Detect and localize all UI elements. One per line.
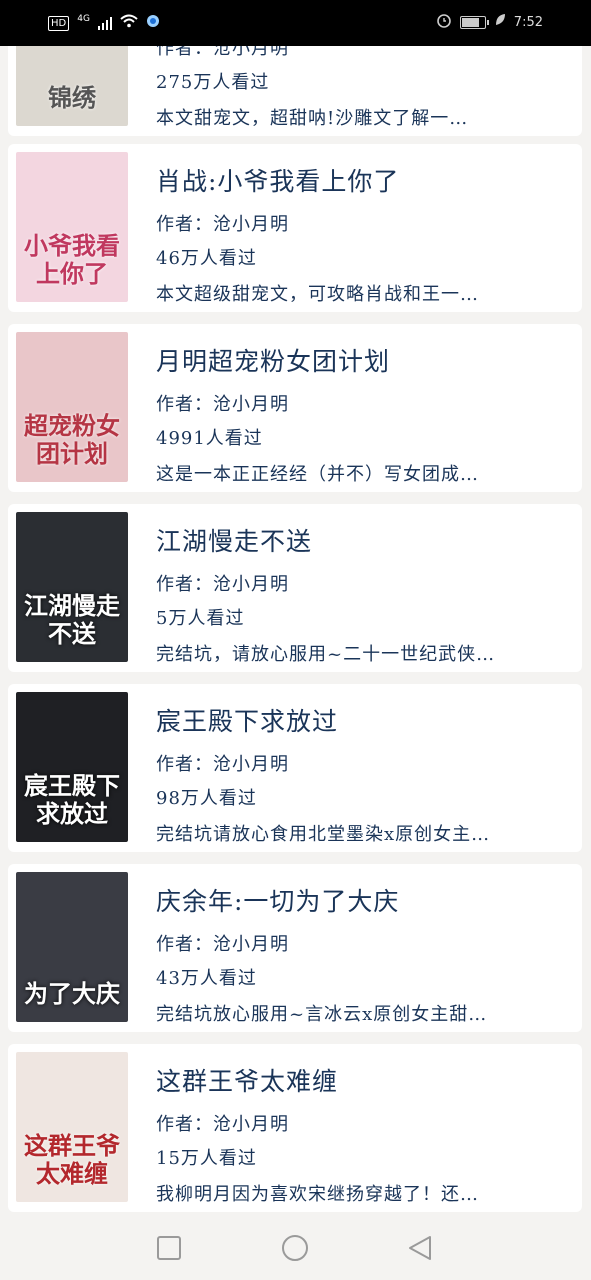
status-bar: HD 4G 7:52 bbox=[0, 0, 591, 46]
book-description: 本文甜宠文，超甜呐!沙雕文了解一… bbox=[156, 108, 469, 129]
book-author: 作者：沧小月明 bbox=[156, 1114, 289, 1135]
back-button[interactable] bbox=[406, 1234, 434, 1262]
recents-button[interactable] bbox=[155, 1234, 183, 1262]
book-cover[interactable]: 超宠粉女团计划 bbox=[16, 332, 128, 482]
book-description: 我柳明月因为喜欢宋继扬穿越了！还… bbox=[156, 1184, 479, 1205]
book-cover[interactable]: 锦绣 bbox=[16, 46, 128, 126]
cover-title: 小爷我看上你了 bbox=[24, 231, 120, 288]
book-cover[interactable]: 小爷我看上你了 bbox=[16, 152, 128, 302]
app-notification-icon bbox=[146, 14, 160, 32]
book-list[interactable]: 锦绣 作者：沧小月明 275万人看过 本文甜宠文，超甜呐!沙雕文了解一… 小爷我… bbox=[0, 46, 591, 1216]
home-button[interactable] bbox=[281, 1234, 309, 1262]
book-description: 本文超级甜宠文，可攻略肖战和王一… bbox=[156, 284, 479, 305]
status-right: 7:52 bbox=[436, 12, 543, 32]
book-author: 作者：沧小月明 bbox=[156, 754, 289, 775]
book-card[interactable]: 这群王爷太难缠 这群王爷太难缠 作者：沧小月明 15万人看过 我柳明月因为喜欢宋… bbox=[8, 1044, 582, 1212]
book-description: 完结坑，请放心服用~二十一世纪武侠… bbox=[156, 644, 496, 665]
book-card[interactable]: 小爷我看上你了 肖战:小爷我看上你了 作者：沧小月明 46万人看过 本文超级甜宠… bbox=[8, 144, 582, 312]
signal-icon bbox=[97, 16, 112, 30]
network-type: 4G bbox=[77, 14, 90, 24]
book-views: 5万人看过 bbox=[156, 608, 245, 629]
book-description: 完结坑放心服用~言冰云x原创女主甜… bbox=[156, 1004, 488, 1025]
cover-title: 锦绣 bbox=[48, 83, 96, 112]
book-cover[interactable]: 这群王爷太难缠 bbox=[16, 1052, 128, 1202]
book-card[interactable]: 超宠粉女团计划 月明超宠粉女团计划 作者：沧小月明 4991人看过 这是一本正正… bbox=[8, 324, 582, 492]
book-author: 作者：沧小月明 bbox=[156, 214, 289, 235]
book-card[interactable]: 为了大庆 庆余年:一切为了大庆 作者：沧小月明 43万人看过 完结坑放心服用~言… bbox=[8, 864, 582, 1032]
book-title[interactable]: 江湖慢走不送 bbox=[156, 522, 312, 558]
book-views: 43万人看过 bbox=[156, 968, 257, 989]
book-author: 作者：沧小月明 bbox=[156, 46, 289, 59]
book-card[interactable]: 锦绣 作者：沧小月明 275万人看过 本文甜宠文，超甜呐!沙雕文了解一… bbox=[8, 46, 582, 136]
cover-title: 为了大庆 bbox=[24, 979, 120, 1008]
book-views: 98万人看过 bbox=[156, 788, 257, 809]
book-card[interactable]: 江湖慢走不送 江湖慢走不送 作者：沧小月明 5万人看过 完结坑，请放心服用~二十… bbox=[8, 504, 582, 672]
book-author: 作者：沧小月明 bbox=[156, 574, 289, 595]
alarm-icon bbox=[436, 12, 452, 32]
circle-icon bbox=[282, 1235, 308, 1261]
wifi-icon bbox=[120, 14, 138, 32]
cover-title: 超宠粉女团计划 bbox=[24, 411, 120, 468]
cover-title: 宸王殿下求放过 bbox=[24, 771, 120, 828]
square-icon bbox=[157, 1236, 181, 1260]
book-description: 完结坑请放心食用北堂墨染x原创女主… bbox=[156, 824, 491, 845]
status-left: HD 4G bbox=[48, 14, 160, 32]
book-title[interactable]: 月明超宠粉女团计划 bbox=[156, 342, 390, 378]
book-author: 作者：沧小月明 bbox=[156, 394, 289, 415]
battery-icon bbox=[459, 15, 489, 29]
triangle-back-icon bbox=[409, 1236, 431, 1260]
book-title[interactable]: 庆余年:一切为了大庆 bbox=[156, 882, 399, 918]
system-nav-bar bbox=[0, 1216, 591, 1280]
book-views: 15万人看过 bbox=[156, 1148, 257, 1169]
hd-badge: HD bbox=[48, 15, 70, 31]
book-views: 46万人看过 bbox=[156, 248, 257, 269]
cover-title: 江湖慢走不送 bbox=[24, 591, 120, 648]
cover-title: 这群王爷太难缠 bbox=[24, 1131, 120, 1188]
book-description: 这是一本正正经经（并不）写女团成… bbox=[156, 464, 479, 485]
book-cover[interactable]: 为了大庆 bbox=[16, 872, 128, 1022]
leaf-icon bbox=[494, 13, 506, 31]
book-views: 4991人看过 bbox=[156, 428, 263, 449]
book-title[interactable]: 这群王爷太难缠 bbox=[156, 1062, 338, 1098]
book-title[interactable]: 宸王殿下求放过 bbox=[156, 702, 338, 738]
book-card[interactable]: 宸王殿下求放过 宸王殿下求放过 作者：沧小月明 98万人看过 完结坑请放心食用北… bbox=[8, 684, 582, 852]
book-title[interactable]: 肖战:小爷我看上你了 bbox=[156, 162, 399, 198]
book-cover[interactable]: 江湖慢走不送 bbox=[16, 512, 128, 662]
book-cover[interactable]: 宸王殿下求放过 bbox=[16, 692, 128, 842]
book-author: 作者：沧小月明 bbox=[156, 934, 289, 955]
clock-time: 7:52 bbox=[513, 14, 543, 30]
book-views: 275万人看过 bbox=[156, 72, 270, 93]
